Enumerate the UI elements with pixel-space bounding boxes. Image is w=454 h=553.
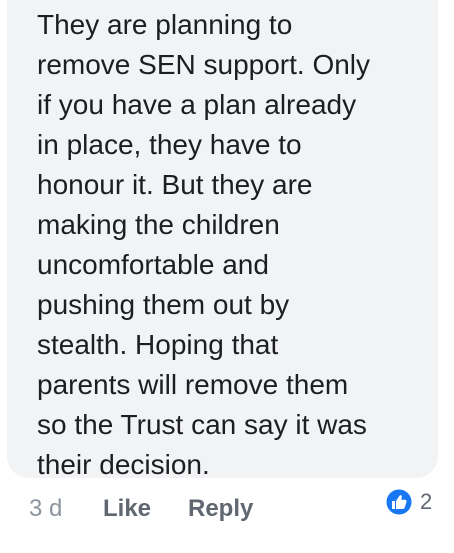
comment-line: making the children (37, 209, 280, 240)
comment-line: honour it. But they are (37, 169, 313, 200)
comment-text: They are planning to remove SEN support.… (37, 5, 437, 485)
comment-line: in place, they have to (37, 129, 302, 160)
reply-button[interactable]: Reply (188, 495, 253, 523)
comment-line: pushing them out by (37, 289, 290, 320)
comment-line: remove SEN support. Only (37, 49, 371, 80)
comment-timestamp[interactable]: 3 d (29, 495, 62, 523)
comment-bubble: They are planning to remove SEN support.… (7, 0, 438, 480)
comment-line: They are planning to (37, 9, 293, 40)
thumbs-up-icon (384, 487, 414, 517)
comment-line: parents will remove them (37, 369, 349, 400)
comment-actions: 3 d Like Reply 2 (0, 487, 454, 531)
reaction-summary[interactable]: 2 (384, 487, 444, 517)
like-button[interactable]: Like (103, 495, 151, 523)
reaction-count: 2 (420, 489, 433, 514)
comment-line: uncomfortable and (37, 249, 269, 280)
comment-line: their decision. (37, 449, 210, 480)
comment-line: stealth. Hoping that (37, 329, 279, 360)
comment-line: if you have a plan already (37, 89, 357, 120)
comment-line: so the Trust can say it was (37, 409, 367, 440)
